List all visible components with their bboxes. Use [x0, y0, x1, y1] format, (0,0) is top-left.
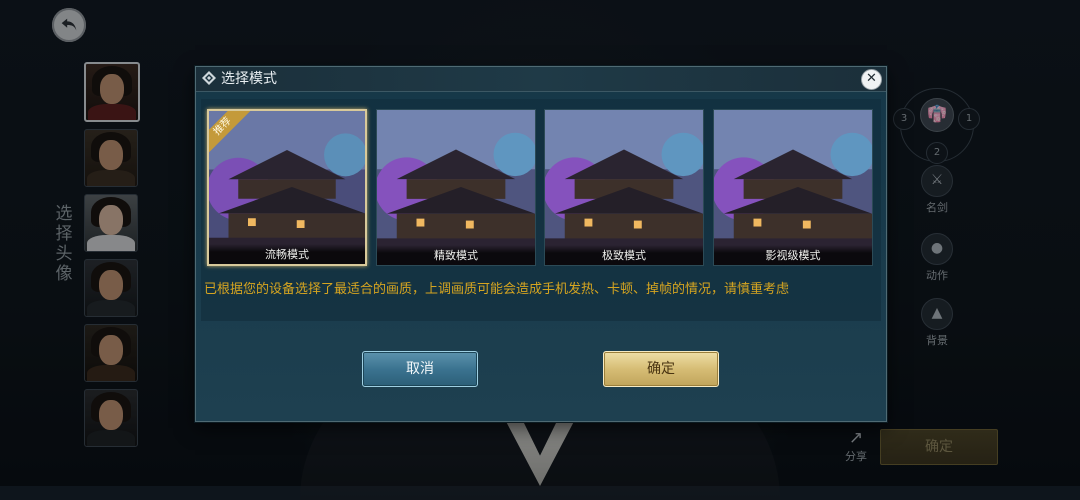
mode-preview-image	[714, 110, 872, 265]
mode-card-refined[interactable]: 精致模式	[376, 109, 536, 266]
mode-card-cinematic[interactable]: 影视级模式	[713, 109, 873, 266]
close-icon[interactable]: ✕	[861, 69, 882, 90]
quality-hint-text: 已根据您的设备选择了最适合的画质，上调画质可能会造成手机发热、卡顿、掉帧的情况，…	[204, 282, 790, 297]
confirm-button[interactable]: 确定	[603, 351, 719, 387]
mode-preview-image	[377, 110, 535, 265]
diamond-ornament-icon	[202, 71, 216, 85]
cancel-button[interactable]: 取消	[362, 351, 478, 387]
select-mode-dialog: 选择模式 ✕ 推荐 流畅模式 精致模式 极致模式 影视级模式 已根据您的设备选择…	[195, 66, 887, 422]
dialog-title: 选择模式	[221, 71, 277, 87]
mode-card-smooth[interactable]: 推荐 流畅模式	[207, 109, 367, 266]
mode-card-ultimate[interactable]: 极致模式	[544, 109, 704, 266]
mode-preview-image	[545, 110, 703, 265]
dialog-header: 选择模式 ✕	[196, 67, 886, 92]
mode-label: 影视级模式	[714, 245, 872, 265]
mode-label: 精致模式	[377, 245, 535, 265]
mode-label: 极致模式	[545, 245, 703, 265]
mode-preview-image	[209, 111, 365, 264]
mode-selection-area: 推荐 流畅模式 精致模式 极致模式 影视级模式 已根据您的设备选择了最适合的画质…	[201, 99, 881, 321]
mode-label: 流畅模式	[209, 244, 365, 264]
